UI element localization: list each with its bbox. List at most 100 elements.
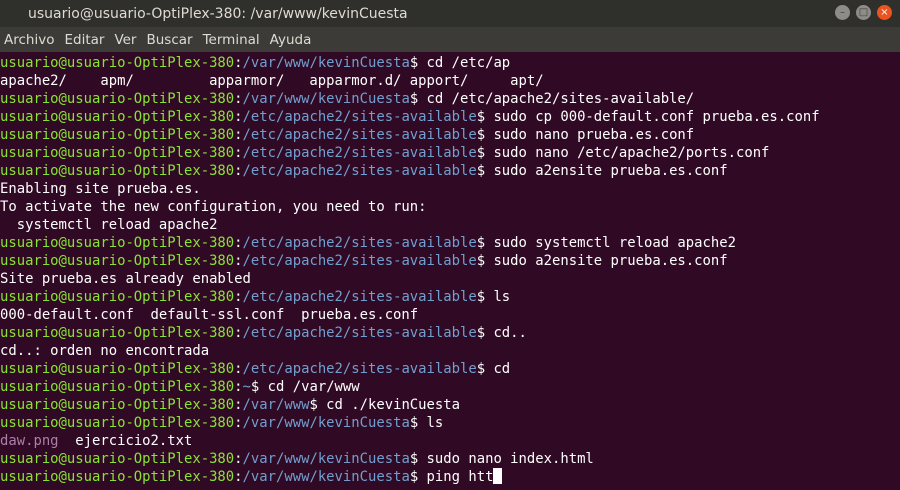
- prompt-path: /etc/apache2/sites-available: [242, 289, 477, 305]
- terminal-line: usuario@usuario-OptiPlex-380:/etc/apache…: [0, 360, 900, 378]
- terminal-text: Site prueba.es already enabled: [0, 271, 251, 287]
- terminal-text: $ sudo nano index.html: [409, 451, 594, 467]
- window-title: usuario@usuario-OptiPlex-380: /var/www/k…: [28, 5, 408, 22]
- prompt-user: usuario@usuario-OptiPlex-380: [0, 415, 235, 431]
- prompt-path: /etc/apache2/sites-available: [242, 235, 477, 251]
- terminal-line: usuario@usuario-OptiPlex-380:/var/www/ke…: [0, 90, 900, 108]
- terminal-line: usuario@usuario-OptiPlex-380:/etc/apache…: [0, 108, 900, 126]
- terminal-text: $ cd..: [476, 325, 527, 341]
- prompt-path: /etc/apache2/sites-available: [242, 127, 477, 143]
- menu-ver[interactable]: Ver: [114, 32, 136, 48]
- terminal-text: :: [234, 289, 243, 305]
- prompt-user: usuario@usuario-OptiPlex-380: [0, 361, 235, 377]
- prompt-path: /etc/apache2/sites-available: [242, 145, 477, 161]
- minimize-button[interactable]: –: [835, 5, 850, 20]
- terminal-text: :: [234, 145, 243, 161]
- prompt-path: /etc/apache2/sites-available: [242, 109, 477, 125]
- terminal-text: 000-default.conf default-ssl.conf prueba…: [0, 307, 419, 323]
- prompt-user: usuario@usuario-OptiPlex-380: [0, 451, 235, 467]
- prompt-path: /etc/apache2/sites-available: [242, 253, 477, 269]
- terminal-line: To activate the new configuration, you n…: [0, 198, 900, 216]
- terminal-line: Enabling site prueba.es.: [0, 180, 900, 198]
- terminal-text: :: [234, 469, 243, 485]
- terminal-text: $ sudo nano /etc/apache2/ports.conf: [476, 145, 770, 161]
- menu-ayuda[interactable]: Ayuda: [270, 32, 312, 48]
- terminal-line: usuario@usuario-OptiPlex-380:/etc/apache…: [0, 144, 900, 162]
- menu-archivo[interactable]: Archivo: [4, 32, 54, 48]
- terminal-text: :: [234, 361, 243, 377]
- terminal-line: Site prueba.es already enabled: [0, 270, 900, 288]
- prompt-path: ~: [242, 379, 251, 395]
- terminal-line: usuario@usuario-OptiPlex-380:/etc/apache…: [0, 252, 900, 270]
- terminal-text: To activate the new configuration, you n…: [0, 199, 427, 215]
- terminal-text: ejercicio2.txt: [58, 433, 193, 449]
- terminal-line: usuario@usuario-OptiPlex-380:/etc/apache…: [0, 288, 900, 306]
- terminal-text: :: [234, 451, 243, 467]
- terminal-text: cd..: orden no encontrada: [0, 343, 210, 359]
- terminal-line: usuario@usuario-OptiPlex-380:/etc/apache…: [0, 126, 900, 144]
- terminal-line: usuario@usuario-OptiPlex-380:/etc/apache…: [0, 324, 900, 342]
- terminal-text: $ sudo a2ensite prueba.es.conf: [476, 163, 728, 179]
- prompt-user: usuario@usuario-OptiPlex-380: [0, 163, 235, 179]
- terminal-line: usuario@usuario-OptiPlex-380:/var/www/ke…: [0, 468, 900, 486]
- menu-editar[interactable]: Editar: [64, 32, 104, 48]
- terminal-text: :: [234, 235, 243, 251]
- terminal-text: $ cd /etc/apache2/sites-available/: [409, 91, 695, 107]
- terminal-text: $ cd ./kevinCuesta: [309, 397, 460, 413]
- prompt-path: /var/www/kevinCuesta: [242, 451, 410, 467]
- terminal-text: :: [234, 253, 243, 269]
- terminal-text: $ sudo systemctl reload apache2: [476, 235, 736, 251]
- terminal-text: :: [234, 397, 243, 413]
- terminal-line: cd..: orden no encontrada: [0, 342, 900, 360]
- window-titlebar[interactable]: usuario@usuario-OptiPlex-380: /var/www/k…: [0, 0, 900, 27]
- terminal-text: :: [234, 91, 243, 107]
- terminal-line: usuario@usuario-OptiPlex-380:/var/www/ke…: [0, 54, 900, 72]
- menu-terminal[interactable]: Terminal: [203, 32, 260, 48]
- terminal-text: Enabling site prueba.es.: [0, 181, 201, 197]
- prompt-path: /etc/apache2/sites-available: [242, 361, 477, 377]
- prompt-user: usuario@usuario-OptiPlex-380: [0, 55, 235, 71]
- text-cursor: [493, 468, 503, 484]
- terminal-text: systemctl reload apache2: [0, 217, 218, 233]
- terminal-text: :: [234, 109, 243, 125]
- prompt-user: usuario@usuario-OptiPlex-380: [0, 235, 235, 251]
- maximize-button[interactable]: □: [856, 5, 871, 20]
- terminal-text: :: [234, 55, 243, 71]
- terminal-line: usuario@usuario-OptiPlex-380:/etc/apache…: [0, 162, 900, 180]
- prompt-path: /etc/apache2/sites-available: [242, 163, 477, 179]
- terminal-text: $ sudo cp 000-default.conf prueba.es.con…: [476, 109, 820, 125]
- window-controls: – □ ×: [835, 5, 892, 20]
- prompt-path: /var/www/kevinCuesta: [242, 55, 410, 71]
- prompt-user: usuario@usuario-OptiPlex-380: [0, 379, 235, 395]
- terminal-line: usuario@usuario-OptiPlex-380:/var/www/ke…: [0, 450, 900, 468]
- terminal-text: $ cd /etc/ap: [409, 55, 511, 71]
- terminal-text: apache2/ apm/ apparmor/ apparmor.d/ appo…: [0, 73, 544, 89]
- prompt-user: usuario@usuario-OptiPlex-380: [0, 325, 235, 341]
- prompt-path: /var/www/kevinCuesta: [242, 91, 410, 107]
- terminal-line: apache2/ apm/ apparmor/ apparmor.d/ appo…: [0, 72, 900, 90]
- terminal-text: $ sudo a2ensite prueba.es.conf: [476, 253, 728, 269]
- prompt-user: usuario@usuario-OptiPlex-380: [0, 397, 235, 413]
- menu-bar: Archivo Editar Ver Buscar Terminal Ayuda: [0, 27, 900, 52]
- prompt-user: usuario@usuario-OptiPlex-380: [0, 469, 235, 485]
- prompt-user: usuario@usuario-OptiPlex-380: [0, 253, 235, 269]
- terminal-text: :: [234, 379, 243, 395]
- prompt-path: /var/www/kevinCuesta: [242, 415, 410, 431]
- terminal-text: :: [234, 415, 243, 431]
- prompt-user: usuario@usuario-OptiPlex-380: [0, 91, 235, 107]
- terminal-line: usuario@usuario-OptiPlex-380:~$ cd /var/…: [0, 378, 900, 396]
- prompt-path: /etc/apache2/sites-available: [242, 325, 477, 341]
- terminal-text: $ ls: [476, 289, 511, 305]
- terminal-text: $ ping htt: [409, 469, 494, 485]
- terminal-line: 000-default.conf default-ssl.conf prueba…: [0, 306, 900, 324]
- terminal-text: $ ls: [409, 415, 444, 431]
- terminal-output[interactable]: usuario@usuario-OptiPlex-380:/var/www/ke…: [0, 52, 900, 490]
- terminal-text: :: [234, 325, 243, 341]
- prompt-path: /var/www/kevinCuesta: [242, 469, 410, 485]
- menu-buscar[interactable]: Buscar: [146, 32, 192, 48]
- prompt-path: /var/www: [242, 397, 310, 413]
- terminal-line: usuario@usuario-OptiPlex-380:/var/www/ke…: [0, 414, 900, 432]
- terminal-text: :: [234, 127, 243, 143]
- terminal-line: usuario@usuario-OptiPlex-380:/var/www$ c…: [0, 396, 900, 414]
- close-button[interactable]: ×: [877, 5, 892, 20]
